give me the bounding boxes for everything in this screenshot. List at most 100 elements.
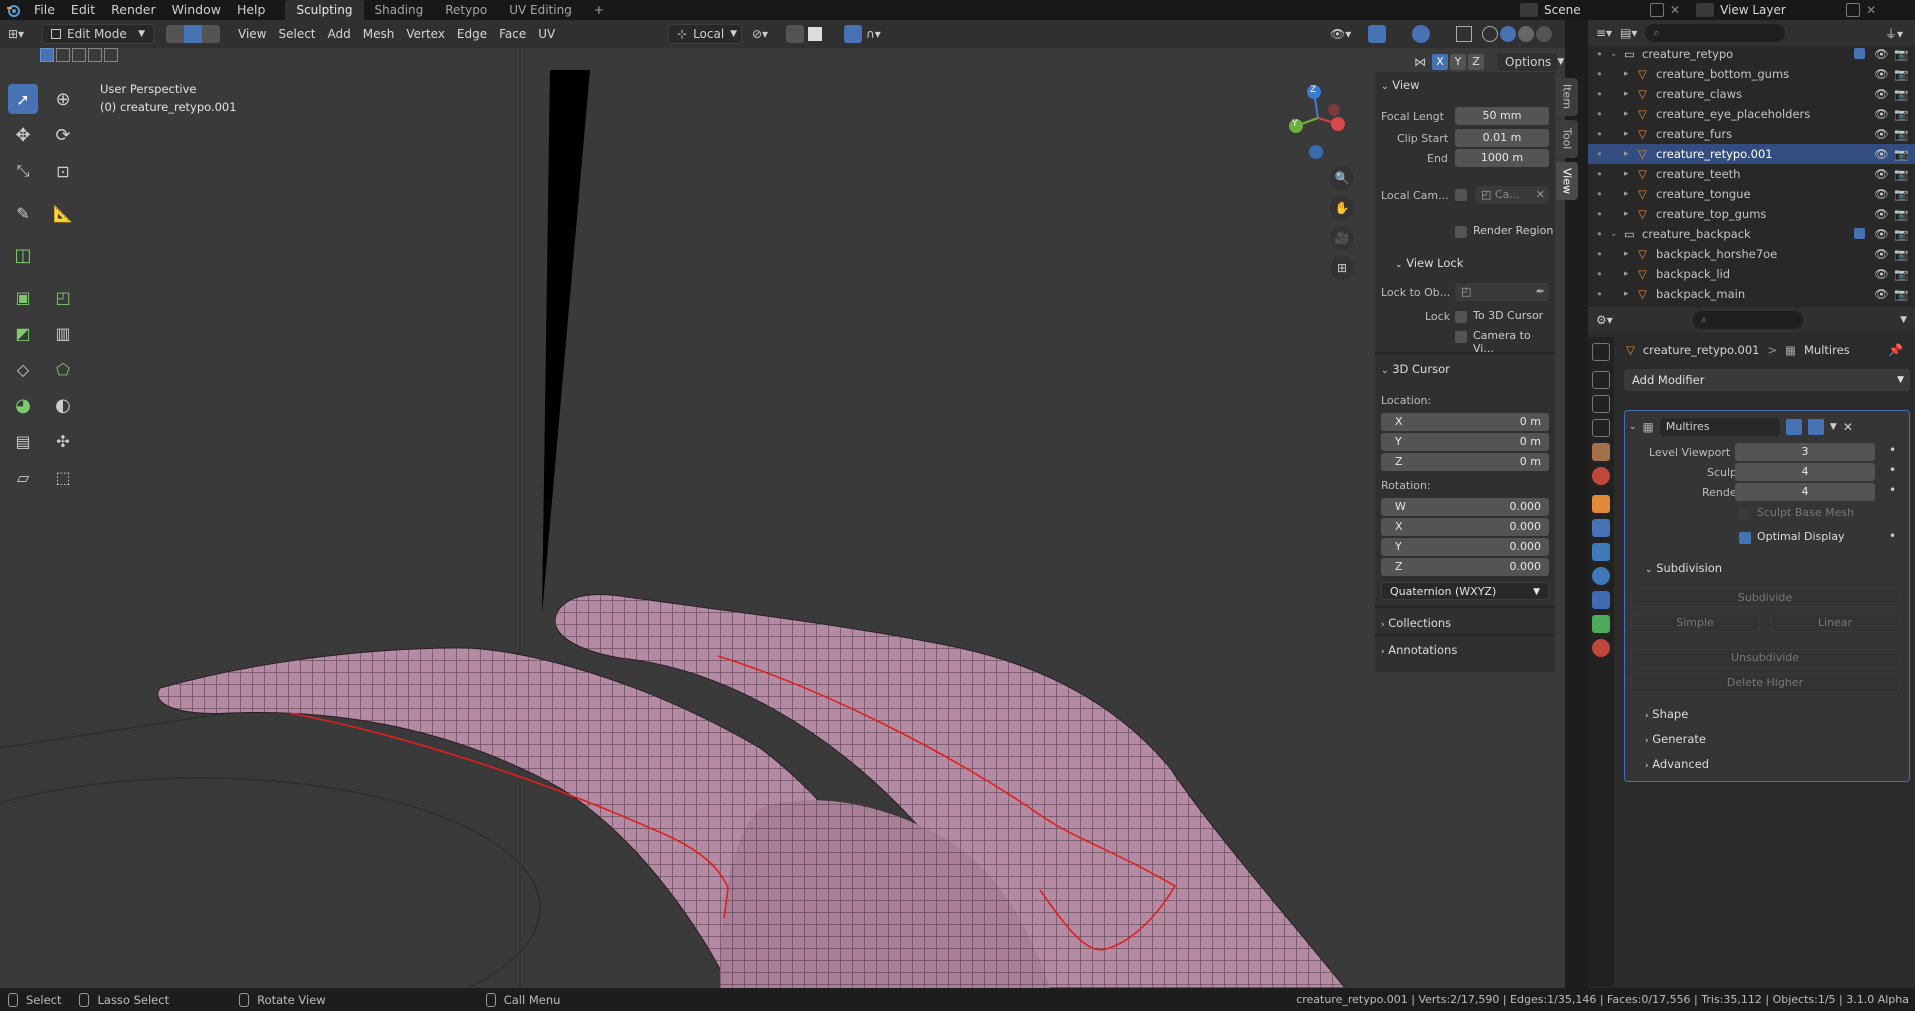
outliner-row[interactable]: • ⌄ ▭ creature_backpack 👁 📷 bbox=[1588, 224, 1915, 244]
eye-icon[interactable]: 👁 bbox=[1874, 144, 1889, 164]
dot-icon[interactable]: • bbox=[1596, 164, 1603, 184]
subdivision-subpanel-header[interactable]: ⌄ Subdivision bbox=[1645, 557, 1722, 579]
material-properties-icon[interactable] bbox=[1592, 639, 1610, 657]
cursor-rotation-x-field[interactable]: X 0.000 bbox=[1381, 518, 1549, 536]
camera-render-icon[interactable]: 📷 bbox=[1894, 224, 1908, 244]
clip-start-field[interactable]: 0.01 m bbox=[1455, 129, 1549, 147]
delete-scene-icon[interactable]: ✕ bbox=[1670, 3, 1680, 17]
outliner-row[interactable]: • ▸ ▽ creature_furs 👁 📷 bbox=[1588, 124, 1915, 144]
eye-icon[interactable]: 👁 bbox=[1874, 244, 1889, 264]
tab-item[interactable]: Item bbox=[1556, 78, 1578, 116]
expand-chevron-icon[interactable]: ▸ bbox=[1624, 124, 1629, 144]
move-tool[interactable]: ✥ bbox=[8, 120, 38, 150]
lock-to-3d-cursor-checkbox[interactable] bbox=[1455, 311, 1467, 323]
cursor-location-z-field[interactable]: Z0 m bbox=[1381, 453, 1549, 471]
editor-type-icon[interactable]: ⚙▾ bbox=[1596, 313, 1613, 327]
camera-render-icon[interactable]: 📷 bbox=[1894, 184, 1908, 204]
dot-icon[interactable]: • bbox=[1596, 244, 1603, 264]
expand-chevron-icon[interactable]: ⌄ bbox=[1610, 224, 1618, 244]
keyframe-dot-icon[interactable]: • bbox=[1889, 443, 1896, 457]
xray-toggle-icon[interactable] bbox=[1456, 26, 1472, 42]
add-modifier-dropdown[interactable]: Add Modifier ▼ bbox=[1624, 369, 1910, 391]
render-level-field[interactable]: 4 bbox=[1735, 483, 1875, 501]
keyframe-dot-icon[interactable]: • bbox=[1889, 483, 1896, 497]
eye-icon[interactable]: 👁 bbox=[1874, 204, 1889, 224]
camera-render-icon[interactable]: 📷 bbox=[1894, 44, 1908, 64]
view-layer-name[interactable]: View Layer bbox=[1720, 3, 1840, 17]
sculpt-level-field[interactable]: 4 bbox=[1735, 463, 1875, 481]
lock-to-object-field[interactable]: ◰ ✒ bbox=[1455, 283, 1549, 301]
dot-icon[interactable]: • bbox=[1596, 184, 1603, 204]
menu-window[interactable]: Window bbox=[164, 0, 229, 20]
eye-icon[interactable]: 👁 bbox=[1874, 104, 1889, 124]
header-menu-uv[interactable]: UV bbox=[532, 23, 561, 45]
ortho-toggle-button[interactable]: ⊞ bbox=[1330, 256, 1354, 280]
new-scene-icon[interactable] bbox=[1650, 3, 1664, 17]
view-lock-header[interactable]: ⌄ View Lock bbox=[1395, 252, 1463, 274]
checkbox-icon[interactable] bbox=[1854, 48, 1865, 59]
simple-subdivide-button[interactable]: Simple bbox=[1631, 614, 1759, 632]
camera-render-icon[interactable]: 📷 bbox=[1894, 284, 1908, 304]
options-chevron-icon[interactable]: ▼ bbox=[1900, 315, 1907, 325]
dot-icon[interactable]: • bbox=[1596, 44, 1603, 64]
select-box-tool[interactable]: ➚ bbox=[8, 84, 38, 114]
select-extend-icon[interactable] bbox=[56, 48, 70, 62]
3d-viewport[interactable]: ➚ ⊕ ✥ ⟳ ⤡ ⊡ ✎ 📐 ◫ ▣ ◰ ◩ ▥ ◇ ⬠ ◕ ◐ ▤ ✣ ▱ … bbox=[0, 48, 1565, 988]
outliner-row[interactable]: • ▸ ▽ backpack_lid 👁 📷 bbox=[1588, 264, 1915, 284]
outliner-row[interactable]: • ▸ ▽ creature_claws 👁 📷 bbox=[1588, 84, 1915, 104]
eye-icon[interactable]: 👁 bbox=[1874, 124, 1889, 144]
workspace-tab-sculpting[interactable]: Sculpting bbox=[285, 0, 364, 20]
delete-view-layer-icon[interactable]: ✕ bbox=[1866, 3, 1876, 17]
vertex-select-button[interactable] bbox=[166, 25, 184, 43]
shrink-fatten-tool[interactable]: ✣ bbox=[48, 426, 78, 456]
zoom-button[interactable]: 🔍 bbox=[1330, 166, 1354, 190]
remove-modifier-icon[interactable]: ✕ bbox=[1843, 420, 1853, 434]
sculpt-base-mesh-checkbox[interactable] bbox=[1739, 508, 1751, 520]
camera-to-view-checkbox[interactable] bbox=[1455, 331, 1467, 343]
mirror-y-button[interactable]: Y bbox=[1450, 54, 1466, 70]
expand-chevron-icon[interactable]: ▸ bbox=[1624, 264, 1629, 284]
add-cube-tool[interactable]: ◫ bbox=[8, 240, 38, 270]
dot-icon[interactable]: • bbox=[1596, 224, 1603, 244]
data-properties-icon[interactable] bbox=[1592, 615, 1610, 633]
particles-properties-icon[interactable] bbox=[1592, 543, 1610, 561]
realtime-toggle-icon[interactable] bbox=[1807, 419, 1824, 435]
cursor-rotation-z-field[interactable]: Z 0.000 bbox=[1381, 558, 1549, 576]
pivot-icon[interactable]: ⊘▾ bbox=[752, 27, 768, 41]
blender-logo-icon[interactable] bbox=[0, 2, 26, 18]
camera-render-icon[interactable]: 📷 bbox=[1894, 204, 1908, 224]
edge-slide-tool[interactable]: ▤ bbox=[8, 426, 38, 456]
transform-orientation-dropdown[interactable]: ⊹ Local ▼ bbox=[668, 24, 742, 44]
outliner-row[interactable]: • ▸ ▽ creature_retypo.001 👁 📷 bbox=[1588, 144, 1915, 164]
expand-chevron-icon[interactable]: ⌄ bbox=[1610, 44, 1618, 64]
workspace-tab-uv-editing[interactable]: UV Editing bbox=[498, 0, 583, 20]
scale-tool[interactable]: ⤡ bbox=[8, 156, 38, 186]
header-menu-edge[interactable]: Edge bbox=[451, 23, 493, 45]
focal-length-field[interactable]: 50 mm bbox=[1455, 107, 1549, 125]
eye-icon[interactable]: 👁 bbox=[1874, 264, 1889, 284]
scene-properties-icon[interactable] bbox=[1592, 443, 1610, 461]
add-workspace-button[interactable]: + bbox=[583, 0, 615, 20]
proportional-edit-icon[interactable] bbox=[844, 25, 862, 43]
clip-end-field[interactable]: 1000 m bbox=[1455, 149, 1549, 167]
outliner-row[interactable]: • ▸ ▽ creature_bottom_gums 👁 📷 bbox=[1588, 64, 1915, 84]
rotate-tool[interactable]: ⟳ bbox=[48, 120, 78, 150]
dot-icon[interactable]: • bbox=[1596, 284, 1603, 304]
editor-type-icon[interactable]: ≡▾ bbox=[1596, 26, 1612, 40]
delete-higher-button[interactable]: Delete Higher bbox=[1631, 674, 1899, 692]
unsubdivide-button[interactable]: Unsubdivide bbox=[1631, 649, 1899, 667]
shape-subpanel-header[interactable]: › Shape bbox=[1645, 703, 1688, 725]
extrude-tool[interactable]: ▣ bbox=[8, 282, 38, 312]
editor-type-icon[interactable]: ⊞▾ bbox=[8, 27, 36, 41]
smooth-tool[interactable]: ◐ bbox=[48, 390, 78, 420]
overlay-toggle-icon[interactable] bbox=[1412, 25, 1430, 43]
rip-tool[interactable]: ⬚ bbox=[48, 462, 78, 492]
view-layer-icon[interactable] bbox=[1696, 3, 1715, 17]
spin-tool[interactable]: ◕ bbox=[8, 390, 38, 420]
menu-render[interactable]: Render bbox=[103, 0, 164, 20]
dot-icon[interactable]: • bbox=[1596, 124, 1603, 144]
visibility-icon[interactable]: 👁▾ bbox=[1330, 27, 1351, 41]
dot-icon[interactable]: • bbox=[1596, 84, 1603, 104]
expand-chevron-icon[interactable]: ▸ bbox=[1624, 104, 1629, 124]
falloff-icon[interactable]: ∩▾ bbox=[866, 27, 881, 41]
